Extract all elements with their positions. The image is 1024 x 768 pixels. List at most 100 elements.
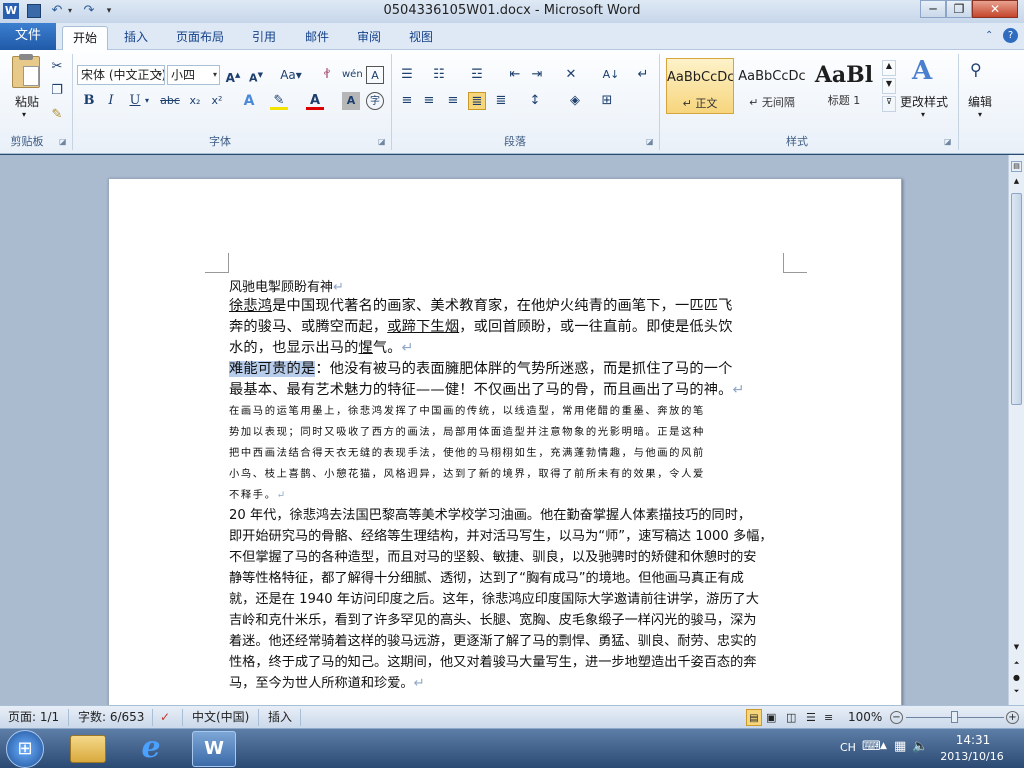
- status-page[interactable]: 页面: 1/1: [8, 709, 59, 726]
- clipboard-launcher-icon[interactable]: ◪: [59, 137, 67, 146]
- scroll-down-arrow[interactable]: ▼: [1011, 643, 1022, 655]
- superscript-button[interactable]: x²: [208, 92, 226, 110]
- chinese-layout-icon[interactable]: ✕: [562, 66, 580, 84]
- tab-references[interactable]: 引用: [243, 26, 285, 50]
- strikethrough-button[interactable]: abc: [157, 92, 183, 110]
- grow-font-icon[interactable]: A▲: [224, 66, 242, 85]
- web-layout-view-icon[interactable]: ◫: [786, 709, 796, 726]
- format-painter-icon[interactable]: ✎: [48, 106, 66, 124]
- change-case-icon[interactable]: Aa▾: [278, 66, 304, 84]
- help-icon[interactable]: ?: [1003, 28, 1018, 43]
- scroll-thumb[interactable]: [1011, 193, 1022, 405]
- align-center-icon[interactable]: ≡: [420, 92, 438, 110]
- paste-icon[interactable]: [12, 54, 40, 88]
- draft-view-icon[interactable]: ≡: [824, 709, 833, 726]
- subscript-button[interactable]: x₂: [186, 92, 204, 110]
- paste-button-label[interactable]: 粘贴: [10, 93, 44, 110]
- close-button[interactable]: ✕: [972, 0, 1018, 18]
- shading-icon[interactable]: ◈: [566, 92, 584, 110]
- zoom-out-icon[interactable]: −: [890, 711, 903, 724]
- volume-icon[interactable]: 🔈: [912, 739, 928, 754]
- style-heading-1[interactable]: AaBl 标题 1: [810, 58, 878, 114]
- word-app-icon[interactable]: W: [3, 3, 19, 19]
- tab-view[interactable]: 视图: [400, 26, 442, 50]
- clock-time[interactable]: 14:31: [938, 733, 1008, 747]
- doc-paragraph-3[interactable]: 在画马的运笔用墨上，徐悲鸿发挥了中国画的传统，以线造型，常用佬醋的重墨、奔放的笔…: [229, 401, 785, 506]
- doc-paragraph-4[interactable]: 20 年代，徐悲鸿去法国巴黎高等美术学校学习油画。他在勤奋掌握人体素描技巧的同时…: [229, 505, 785, 694]
- document-page[interactable]: 风驰电掣顾盼有神↵ 徐悲鸿是中国现代著名的画家、美术教育家，在他炉火纯青的画笔下…: [108, 178, 902, 705]
- paragraph-launcher-icon[interactable]: ◪: [646, 137, 654, 146]
- word-taskbar-icon[interactable]: W: [192, 731, 236, 767]
- zoom-level[interactable]: 100%: [848, 709, 882, 726]
- tab-file[interactable]: 文件: [0, 23, 56, 50]
- tab-mailings[interactable]: 邮件: [296, 26, 338, 50]
- scroll-up-arrow[interactable]: ▲: [1011, 177, 1022, 189]
- undo-dropdown-icon[interactable]: ▾: [66, 1, 74, 21]
- ie-taskbar-icon[interactable]: e: [134, 732, 168, 766]
- selected-text[interactable]: 难能可贵的是: [229, 361, 316, 377]
- italic-button[interactable]: I: [102, 92, 120, 110]
- clear-formatting-icon[interactable]: ꬷ: [318, 66, 336, 84]
- tab-home[interactable]: 开始: [62, 26, 108, 50]
- char-shading-icon[interactable]: A: [342, 92, 360, 110]
- editing-dropdown-icon[interactable]: ▾: [978, 110, 982, 119]
- find-binoculars-icon[interactable]: ⚲: [970, 60, 982, 79]
- status-word-count[interactable]: 字数: 6/653: [78, 709, 144, 726]
- doc-paragraph-2[interactable]: 难能可贵的是：他没有被马的表面臃肥体胖的气势所迷惑，而是抓住了马的一个 最基本、…: [229, 359, 785, 401]
- font-color-icon[interactable]: A: [306, 92, 324, 110]
- font-size-combo[interactable]: 小四 ▾: [167, 65, 220, 85]
- proofing-icon[interactable]: ✓: [160, 709, 170, 726]
- tab-review[interactable]: 审阅: [348, 26, 390, 50]
- change-styles-label[interactable]: 更改样式: [900, 93, 948, 110]
- keyboard-icon[interactable]: ⌨: [862, 739, 881, 754]
- styles-scroll-up-icon[interactable]: ▲: [882, 60, 896, 76]
- styles-scroll-down-icon[interactable]: ▼: [882, 78, 896, 94]
- minimize-ribbon-icon[interactable]: ⌃: [985, 30, 993, 41]
- copy-icon[interactable]: ❐: [48, 82, 66, 100]
- start-button-icon[interactable]: ⊞: [6, 730, 44, 768]
- numbering-icon[interactable]: ☷: [430, 66, 448, 84]
- align-right-icon[interactable]: ≡: [444, 92, 462, 110]
- increase-indent-icon[interactable]: ⇥: [528, 66, 546, 84]
- bullets-icon[interactable]: ☰: [398, 66, 416, 84]
- shrink-font-icon[interactable]: A▼: [247, 66, 265, 85]
- font-name-combo[interactable]: 宋体 (中文正文) ▾: [77, 65, 165, 85]
- prev-page-icon[interactable]: ⏶: [1011, 659, 1022, 671]
- document-area[interactable]: 风驰电掣顾盼有神↵ 徐悲鸿是中国现代著名的画家、美术教育家，在他炉火纯青的画笔下…: [0, 155, 1008, 705]
- tab-page-layout[interactable]: 页面布局: [168, 26, 232, 50]
- style-no-spacing[interactable]: AaBbCcDc ↵ 无间隔: [738, 58, 806, 114]
- font-launcher-icon[interactable]: ◪: [378, 137, 386, 146]
- phonetic-guide-icon[interactable]: wén: [342, 66, 363, 84]
- char-border-icon[interactable]: A: [366, 66, 384, 84]
- redo-icon[interactable]: ↷: [80, 1, 98, 21]
- ruler-toggle-icon[interactable]: ▤: [1011, 161, 1022, 172]
- customize-toolbar-icon[interactable]: ▾: [104, 1, 114, 21]
- full-screen-view-icon[interactable]: ▣: [766, 709, 776, 726]
- browse-object-icon[interactable]: ●: [1011, 673, 1022, 685]
- input-language[interactable]: CH: [840, 741, 856, 754]
- borders-icon[interactable]: ⊞: [598, 92, 616, 110]
- line-spacing-icon[interactable]: ↕: [526, 92, 544, 110]
- tray-expand-icon[interactable]: ▲: [880, 741, 887, 751]
- undo-icon[interactable]: ↶: [48, 1, 66, 21]
- minimize-button[interactable]: ─: [920, 0, 946, 18]
- save-icon[interactable]: [27, 4, 41, 18]
- text-effects-icon[interactable]: A: [240, 92, 258, 110]
- enclose-char-icon[interactable]: 字: [366, 92, 384, 110]
- multilevel-list-icon[interactable]: ☲: [468, 66, 486, 84]
- sort-icon[interactable]: A↓: [602, 66, 620, 84]
- vertical-scrollbar[interactable]: ▤ ▲ ▼ ⏶ ● ⏷: [1008, 155, 1024, 705]
- cut-icon[interactable]: ✂: [48, 58, 66, 76]
- doc-title-line[interactable]: 风驰电掣顾盼有神↵: [229, 276, 785, 295]
- highlight-icon[interactable]: ✎: [270, 92, 288, 110]
- restore-button[interactable]: ❐: [946, 0, 972, 18]
- next-page-icon[interactable]: ⏷: [1011, 687, 1022, 699]
- print-layout-view-icon[interactable]: ▤: [746, 709, 762, 726]
- styles-more-icon[interactable]: ⊽: [882, 96, 896, 112]
- zoom-slider-thumb[interactable]: [951, 711, 958, 723]
- style-normal[interactable]: AaBbCcDc ↵ 正文: [666, 58, 734, 114]
- align-left-icon[interactable]: ≡: [398, 92, 416, 110]
- tab-insert[interactable]: 插入: [115, 26, 157, 50]
- underline-dropdown-icon[interactable]: ▾: [143, 92, 151, 110]
- decrease-indent-icon[interactable]: ⇤: [506, 66, 524, 84]
